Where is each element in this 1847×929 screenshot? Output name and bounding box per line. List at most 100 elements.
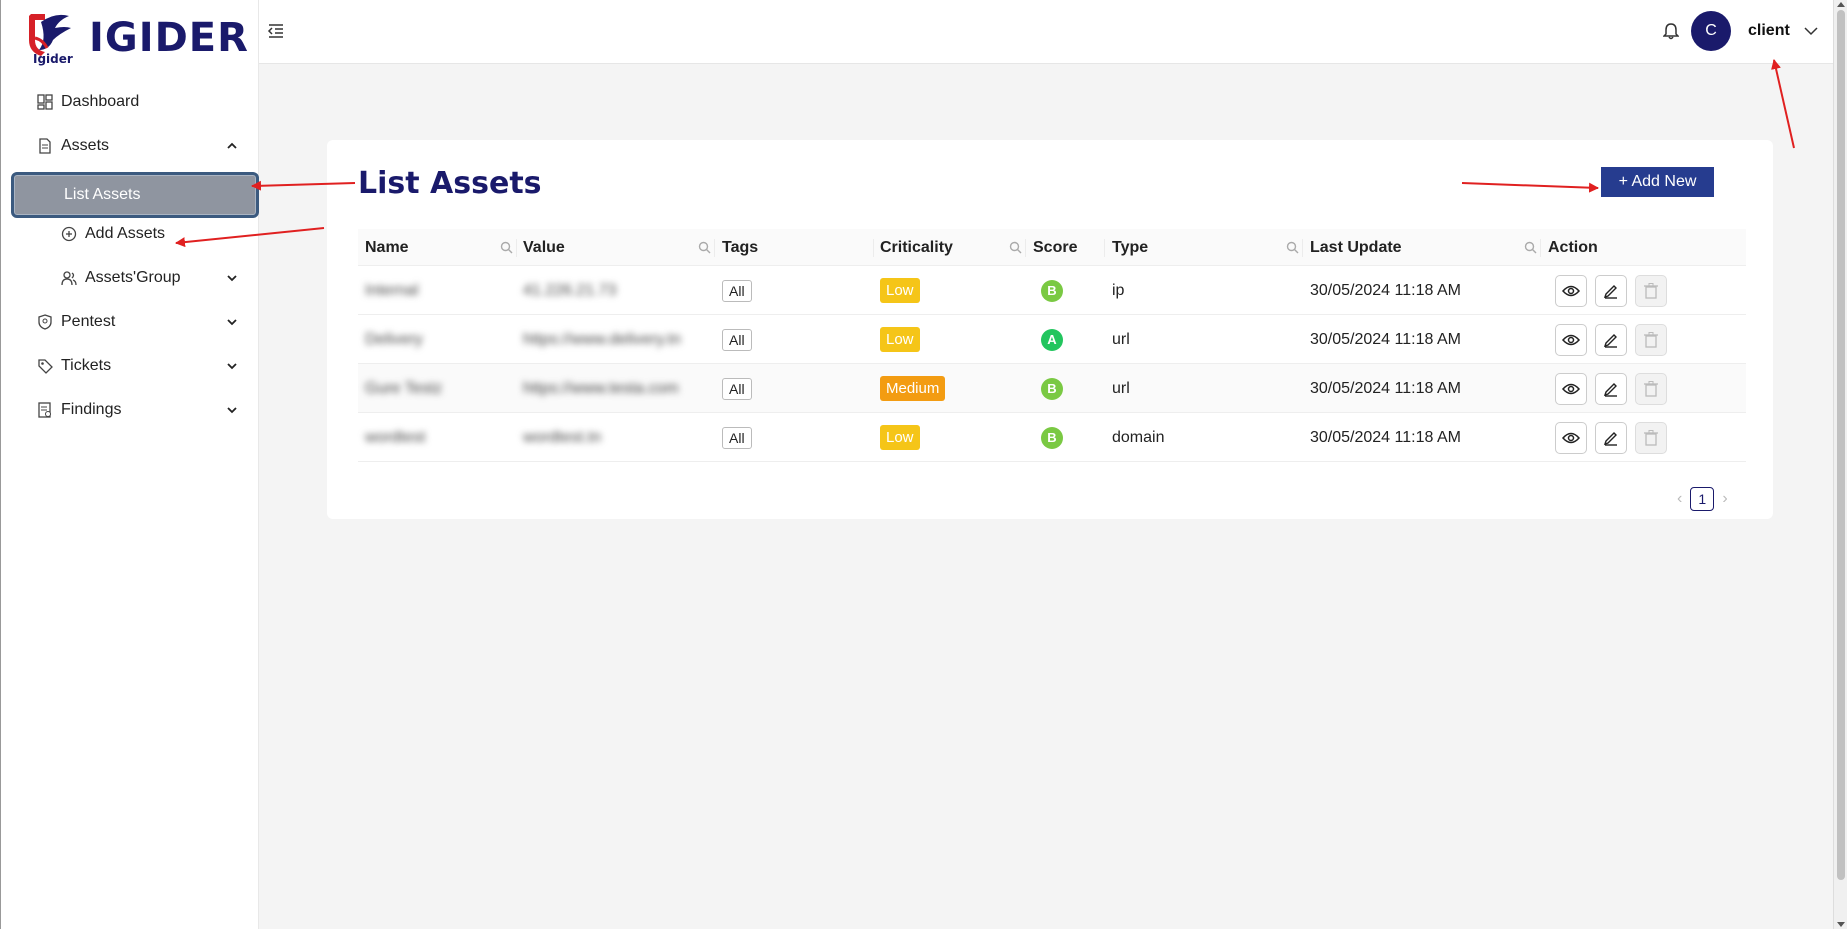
view-button[interactable]: [1555, 324, 1587, 356]
table-row: wordtest wordtest.tn All Low B domain 30…: [358, 413, 1746, 462]
cell-value: https://www.delivery.tn: [523, 330, 681, 348]
edit-button[interactable]: [1595, 422, 1627, 454]
scroll-thumb[interactable]: [1837, 10, 1845, 880]
cell-name: Gure Testz: [365, 379, 443, 397]
criticality-badge: Medium: [880, 376, 946, 401]
table-row: Delivery https://www.delivery.tn All Low…: [358, 315, 1746, 364]
eye-icon: [1562, 285, 1580, 297]
page-title: List Assets: [358, 166, 542, 201]
criticality-badge: Low: [880, 278, 920, 303]
cell-last-update: 30/05/2024 11:18 AM: [1310, 379, 1461, 397]
sidebar-item-add-assets[interactable]: Add Assets: [1, 212, 260, 256]
edit-button[interactable]: [1595, 324, 1627, 356]
report-icon: [38, 402, 51, 418]
search-icon[interactable]: [1524, 241, 1537, 254]
sidebar-item-tickets[interactable]: Tickets: [1, 344, 260, 388]
view-button[interactable]: [1555, 373, 1587, 405]
cell-name: Delivery: [365, 330, 423, 348]
view-button[interactable]: [1555, 422, 1587, 454]
column-header-action: Action: [1548, 238, 1598, 256]
scroll-up-icon[interactable]: [1837, 2, 1845, 7]
cell-name: Internal: [365, 281, 419, 299]
edit-icon: [1603, 432, 1617, 446]
sidebar-item-label: List Assets: [64, 186, 141, 203]
vertical-scrollbar[interactable]: [1833, 0, 1847, 929]
cell-last-update: 30/05/2024 11:18 AM: [1310, 281, 1461, 299]
chevron-down-icon[interactable]: [1804, 24, 1818, 38]
add-new-button[interactable]: + Add New: [1601, 167, 1714, 197]
page-number[interactable]: 1: [1690, 487, 1715, 511]
cell-last-update: 30/05/2024 11:18 AM: [1310, 428, 1461, 446]
chevron-up-icon: [227, 142, 237, 149]
column-separator: [1540, 239, 1541, 257]
cell-name: wordtest: [365, 428, 426, 446]
view-button[interactable]: [1555, 275, 1587, 307]
cell-value: wordtest.tn: [523, 428, 602, 446]
plus-circle-icon: [61, 226, 77, 242]
cell-value: 41.226.21.73: [523, 281, 617, 299]
tag-badge: All: [722, 426, 752, 449]
search-icon[interactable]: [1286, 241, 1299, 254]
table-row: Gure Testz https://www.testa.com All Med…: [358, 364, 1746, 413]
sidebar-item-label: Assets'Group: [85, 269, 181, 286]
column-header-tags: Tags: [722, 238, 759, 256]
score-badge: A: [1041, 328, 1063, 351]
brand-name: IGIDER: [89, 15, 249, 61]
next-page-icon[interactable]: ›: [1722, 490, 1727, 508]
logo-caption: Igider: [33, 52, 73, 66]
scroll-down-icon[interactable]: [1837, 922, 1845, 927]
prev-page-icon[interactable]: ‹: [1677, 490, 1682, 508]
score-badge: B: [1041, 377, 1063, 400]
column-header-value[interactable]: Value: [523, 229, 565, 266]
sidebar-item-assets[interactable]: Assets: [1, 124, 260, 168]
sidebar-item-list-assets[interactable]: List Assets: [11, 172, 259, 218]
criticality-badge: Low: [880, 327, 920, 352]
chevron-down-icon: [227, 275, 237, 282]
brand-logo[interactable]: Igider IGIDER: [25, 10, 249, 66]
shield-icon: [38, 314, 52, 330]
search-icon[interactable]: [500, 241, 513, 254]
user-avatar[interactable]: C: [1691, 11, 1731, 51]
username[interactable]: client: [1748, 22, 1790, 40]
column-header-score: Score: [1033, 238, 1078, 256]
column-header-name[interactable]: Name: [365, 229, 409, 266]
top-bar: C client: [259, 0, 1833, 64]
sidebar-item-findings[interactable]: Findings: [1, 388, 260, 432]
eye-icon: [1562, 383, 1580, 395]
bell-icon[interactable]: [1663, 22, 1679, 40]
cell-type: url: [1112, 379, 1130, 397]
assets-table: Name Value Tags Criticality Score Type L…: [358, 229, 1746, 462]
sidebar-item-assets-group[interactable]: Assets'Group: [1, 256, 260, 300]
sidebar-item-dashboard[interactable]: Dashboard: [1, 80, 260, 124]
column-header-type[interactable]: Type: [1112, 229, 1148, 266]
table-header: Name Value Tags Criticality Score Type L…: [358, 229, 1746, 266]
delete-button[interactable]: [1635, 275, 1667, 307]
delete-button[interactable]: [1635, 373, 1667, 405]
edit-button[interactable]: [1595, 373, 1627, 405]
users-icon: [61, 271, 77, 286]
score-badge: B: [1041, 279, 1063, 302]
trash-icon: [1644, 332, 1658, 348]
tag-icon: [38, 359, 53, 374]
cell-value: https://www.testa.com: [523, 379, 679, 397]
sidebar-item-pentest[interactable]: Pentest: [1, 300, 260, 344]
column-separator: [1302, 239, 1303, 257]
search-icon[interactable]: [698, 241, 711, 254]
table-row: Internal 41.226.21.73 All Low B ip 30/05…: [358, 266, 1746, 315]
trash-icon: [1644, 381, 1658, 397]
delete-button[interactable]: [1635, 324, 1667, 356]
column-header-last-update[interactable]: Last Update: [1310, 229, 1402, 266]
file-icon: [39, 138, 51, 154]
column-header-criticality[interactable]: Criticality: [880, 229, 953, 266]
edit-button[interactable]: [1595, 275, 1627, 307]
cell-last-update: 30/05/2024 11:18 AM: [1310, 330, 1461, 348]
trash-icon: [1644, 430, 1658, 446]
search-icon[interactable]: [1009, 241, 1022, 254]
dashboard-icon: [37, 94, 53, 110]
sidebar-item-label: Findings: [61, 401, 122, 418]
menu-fold-icon[interactable]: [267, 22, 285, 40]
chevron-down-icon: [227, 319, 237, 326]
column-separator: [1025, 239, 1026, 257]
delete-button[interactable]: [1635, 422, 1667, 454]
sidebar-item-label: Pentest: [61, 313, 116, 330]
